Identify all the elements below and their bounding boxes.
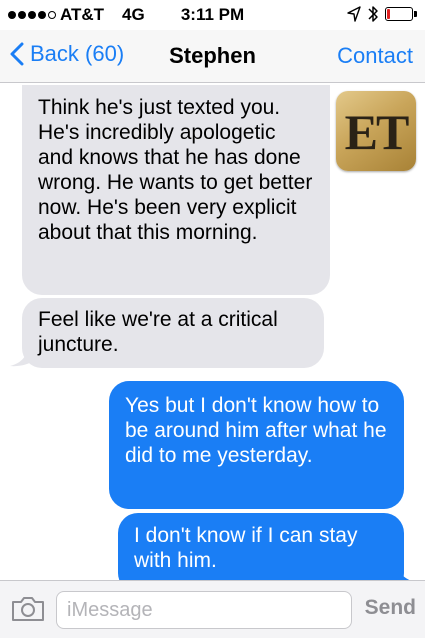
location-arrow-icon bbox=[347, 6, 361, 22]
battery-icon bbox=[385, 7, 417, 21]
battery-level bbox=[387, 9, 390, 19]
status-icons bbox=[347, 4, 417, 24]
messages-screen: AT&T 4G 3:11 PM Back (60) Stephen Contac… bbox=[0, 0, 425, 638]
back-button-label: Back (60) bbox=[30, 41, 125, 66]
outgoing-message[interactable]: I don't know if I can stay with him. bbox=[118, 513, 404, 580]
message-list[interactable]: Think he's just texted you. He's incredi… bbox=[0, 83, 425, 580]
incoming-message[interactable]: Feel like we're at a critical juncture. bbox=[22, 298, 324, 368]
et-logo: ET bbox=[336, 91, 416, 171]
incoming-message[interactable]: Think he's just texted you. He's incredi… bbox=[22, 85, 330, 295]
navigation-bar: Back (60) Stephen Contact bbox=[0, 30, 425, 83]
status-bar: AT&T 4G 3:11 PM bbox=[0, 0, 425, 30]
imessage-input[interactable] bbox=[56, 591, 352, 629]
send-button[interactable]: Send bbox=[365, 596, 416, 620]
outgoing-message[interactable]: Yes but I don't know how to be around hi… bbox=[109, 381, 404, 509]
et-logo-text: ET bbox=[344, 104, 410, 160]
message-input-bar: Send bbox=[0, 580, 425, 638]
bubble-tail-incoming bbox=[10, 345, 36, 367]
bubble-tail-outgoing bbox=[389, 561, 410, 580]
camera-icon[interactable] bbox=[10, 595, 46, 623]
contact-button[interactable]: Contact bbox=[337, 43, 413, 69]
chevron-left-icon bbox=[10, 42, 24, 66]
back-button[interactable]: Back (60) bbox=[10, 41, 124, 67]
bluetooth-icon bbox=[368, 6, 378, 22]
